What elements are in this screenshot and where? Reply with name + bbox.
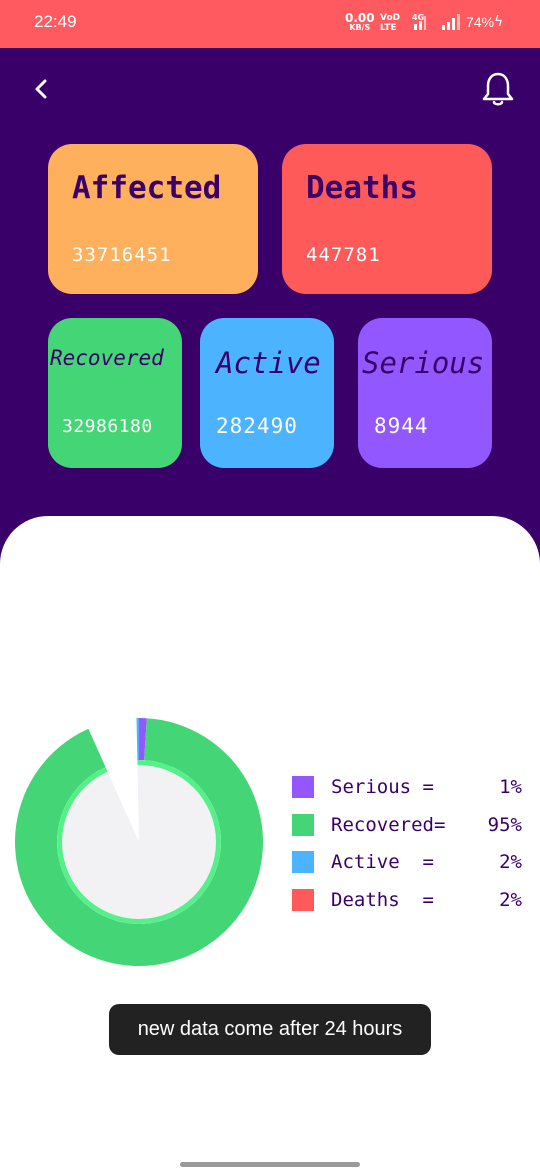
chevron-left-icon[interactable] bbox=[28, 74, 58, 104]
legend-swatch bbox=[292, 888, 314, 911]
legend-label: Recovered= bbox=[331, 813, 446, 836]
recovered-value: 32986180 bbox=[62, 416, 153, 437]
active-title: Active bbox=[216, 346, 321, 380]
affected-title: Affected bbox=[72, 170, 222, 206]
deaths-title: Deaths bbox=[306, 170, 418, 206]
distribution-donut-chart bbox=[14, 716, 264, 966]
lte-label: LTE bbox=[380, 23, 397, 33]
active-card[interactable]: Active 282490 bbox=[200, 318, 334, 468]
serious-title: Serious bbox=[362, 346, 485, 380]
network-speed-value: 0.00 bbox=[345, 11, 375, 25]
legend-value: 2% bbox=[499, 888, 522, 911]
active-value: 282490 bbox=[216, 414, 298, 438]
legend-value: 95% bbox=[487, 813, 522, 836]
deaths-value: 447781 bbox=[306, 244, 381, 266]
bell-icon[interactable] bbox=[480, 70, 516, 108]
serious-value: 8944 bbox=[374, 414, 429, 438]
legend-value: 1% bbox=[499, 776, 522, 798]
toast-message: new data come after 24 hours bbox=[109, 1004, 431, 1055]
charging-icon: ϟ bbox=[494, 14, 504, 30]
serious-card[interactable]: Serious 8944 bbox=[358, 318, 492, 468]
battery-level: 74% bbox=[466, 14, 495, 30]
legend-label: Serious = bbox=[331, 776, 434, 798]
signal-icon: 4G bbox=[412, 13, 460, 30]
legend-value: 2% bbox=[499, 851, 522, 873]
deaths-card[interactable]: Deaths 447781 bbox=[282, 144, 492, 294]
network-speed-unit: KB/S bbox=[349, 23, 371, 32]
affected-value: 33716451 bbox=[72, 244, 172, 266]
status-bar: 22:49 0.00 KB/S VoD LTE 4G 74% ϟ bbox=[0, 0, 540, 48]
recovered-title: Recovered bbox=[50, 346, 164, 370]
status-time: 22:49 bbox=[34, 12, 77, 31]
network-speed: 0.00 KB/S bbox=[345, 11, 375, 33]
legend-swatch bbox=[292, 851, 314, 873]
home-indicator[interactable] bbox=[180, 1162, 360, 1167]
stats-header bbox=[0, 48, 540, 568]
volte-label: VoD bbox=[380, 13, 401, 23]
affected-card[interactable]: Affected 33716451 bbox=[48, 144, 258, 294]
network-type: 4G bbox=[412, 13, 424, 22]
legend-label: Deaths = bbox=[331, 888, 434, 911]
legend-swatch bbox=[292, 813, 314, 836]
volte-indicator: VoD LTE bbox=[380, 13, 400, 33]
legend-label: Active = bbox=[331, 851, 434, 873]
recovered-card[interactable]: Recovered 32986180 bbox=[48, 318, 182, 468]
legend-swatch bbox=[292, 776, 314, 798]
